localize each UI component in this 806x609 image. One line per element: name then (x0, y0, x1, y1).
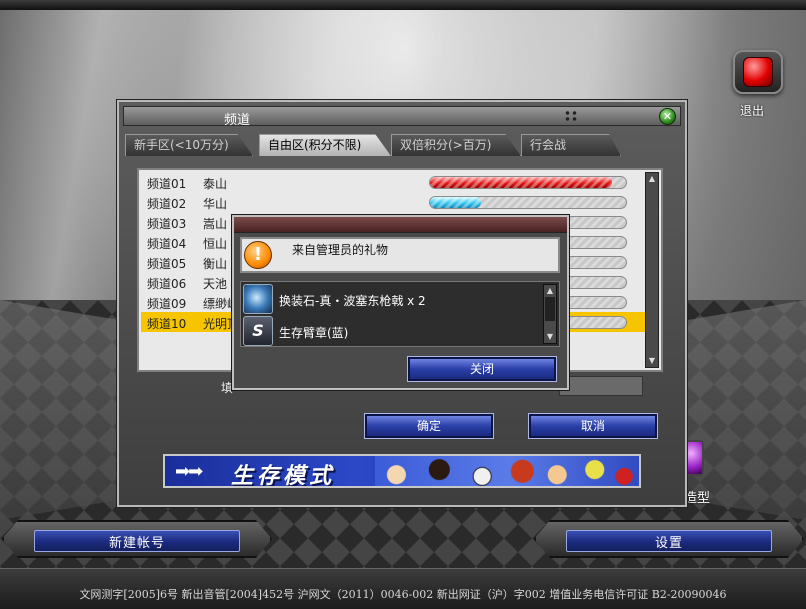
channel-number: 频道03 (147, 217, 187, 231)
gift-item[interactable]: 换装石-真・波塞东枪戟 x 2 (243, 284, 543, 314)
gift-item-text: 换装石-真・波塞东枪戟 x 2 (279, 294, 426, 308)
channel-number: 频道04 (147, 237, 187, 251)
exit-gem-icon (743, 57, 773, 87)
channel-name: 恒山 (203, 237, 228, 251)
settings-label: 设置 (566, 530, 772, 552)
channel-load-bar (429, 196, 627, 209)
gift-popup: ! 来自管理员的礼物 换装石-真・波塞东枪戟 x 2 S 生存臂章(蓝) ▲ ▼… (231, 214, 570, 391)
channel-dialog-titlebar[interactable]: 频道 ✕ (123, 106, 681, 128)
channel-number: 频道09 (147, 297, 187, 311)
banner-characters-art (375, 456, 639, 486)
channel-load-fill (430, 197, 481, 208)
gift-item[interactable]: S 生存臂章(蓝) (243, 316, 543, 346)
channel-list-scrollbar[interactable]: ▲ ▼ (645, 172, 659, 368)
license-footer: 文网测字[2005]6号 新出音管[2004]452号 沪网文（2011）004… (79, 588, 727, 601)
banner-title: 生存模式 (231, 464, 336, 488)
channel-tabs: 新手区(<10万分) 自由区(积分不限) 双倍积分(>百万) 行会战 (125, 134, 685, 156)
close-icon[interactable]: ✕ (659, 108, 676, 125)
confirm-button[interactable]: 确定 (364, 413, 494, 439)
scroll-down-icon[interactable]: ▼ (647, 356, 657, 366)
channel-row[interactable]: 频道01 泰山 (141, 172, 645, 192)
channel-number: 频道05 (147, 257, 187, 271)
tab-free[interactable]: 自由区(积分不限) (259, 134, 391, 156)
scroll-thumb[interactable] (545, 297, 555, 321)
channel-input[interactable] (559, 376, 643, 396)
badge-icon: S (243, 316, 273, 346)
channel-name: 泰山 (203, 177, 228, 191)
cancel-button[interactable]: 取消 (528, 413, 658, 439)
channel-number: 频道01 (147, 177, 187, 191)
gift-list-scrollbar[interactable]: ▲ ▼ (543, 284, 557, 344)
gift-item-list: 换装石-真・波塞东枪戟 x 2 S 生存臂章(蓝) ▲ ▼ (240, 281, 560, 347)
channel-row[interactable]: 频道02 华山 (141, 192, 645, 212)
arrow-icon: ➡➡ (175, 461, 203, 482)
channel-number: 频道06 (147, 277, 187, 291)
settings-button[interactable]: 设置 (534, 520, 804, 558)
tab-guild-war[interactable]: 行会战 (521, 134, 621, 156)
exit-button[interactable] (733, 50, 783, 94)
window-top-strip (0, 0, 806, 10)
new-account-button[interactable]: 新建帐号 (2, 520, 272, 558)
warning-icon: ! (244, 241, 272, 269)
channel-name: 天池 (203, 277, 228, 291)
channel-name: 嵩山 (203, 217, 228, 231)
grip-icon (564, 110, 578, 122)
gift-message-box: ! 来自管理员的礼物 (240, 237, 560, 273)
exit-label: 退出 (740, 104, 765, 118)
channel-number: 频道02 (147, 197, 187, 211)
scroll-down-icon[interactable]: ▼ (545, 332, 555, 342)
tab-newbie[interactable]: 新手区(<10万分) (125, 134, 253, 156)
gift-message: 来自管理员的礼物 (292, 243, 389, 257)
gift-popup-titlebar[interactable] (234, 217, 567, 233)
style-label[interactable]: 造型 (684, 487, 710, 506)
channel-name: 衡山 (203, 257, 228, 271)
channel-load-fill (430, 177, 613, 188)
gift-close-button[interactable]: 关闭 (407, 356, 557, 382)
metal-plate-left (0, 300, 130, 520)
channel-name: 华山 (203, 197, 228, 211)
channel-number: 频道10 (147, 317, 187, 331)
new-account-label: 新建帐号 (34, 530, 240, 552)
scroll-up-icon[interactable]: ▲ (647, 174, 657, 184)
channel-dialog-title: 频道 (224, 113, 251, 128)
tab-double[interactable]: 双倍积分(>百万) (391, 134, 521, 156)
survival-mode-banner[interactable]: ➡➡ 生存模式 (163, 454, 641, 488)
stone-icon (243, 284, 273, 314)
channel-load-bar (429, 176, 627, 189)
scroll-up-icon[interactable]: ▲ (545, 286, 555, 296)
gift-item-text: 生存臂章(蓝) (279, 326, 349, 340)
